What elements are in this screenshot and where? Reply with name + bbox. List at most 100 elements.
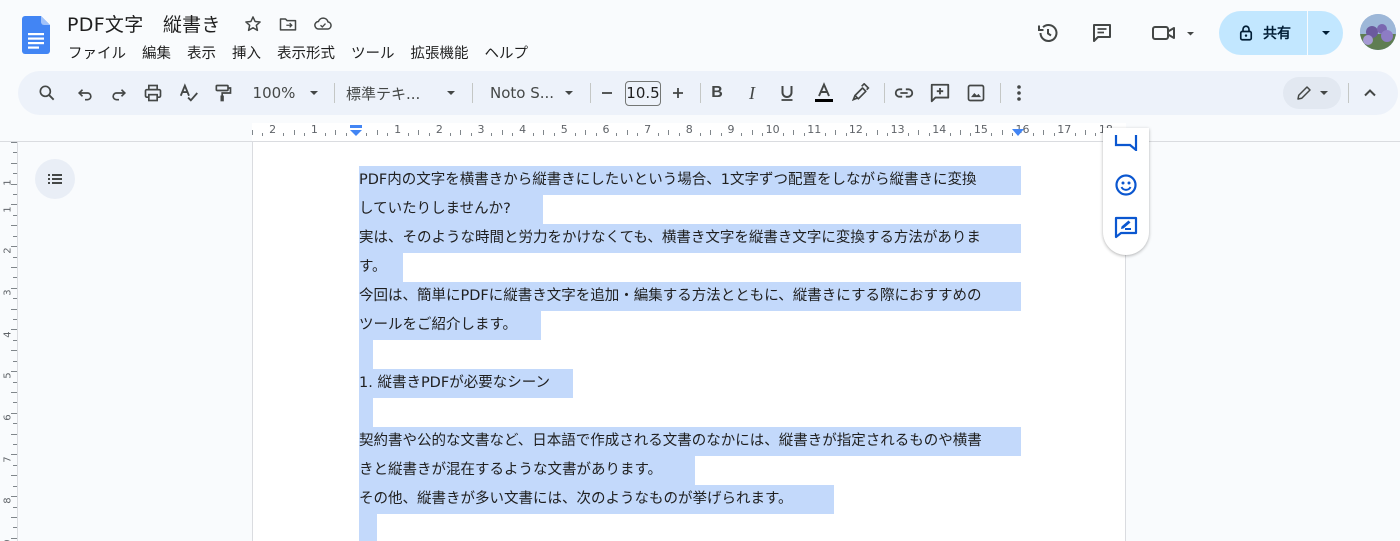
editing-mode-button[interactable] — [1283, 77, 1341, 109]
outline-list-icon — [48, 174, 62, 184]
font-family-select[interactable]: Noto S... — [484, 77, 580, 109]
ruler-tick — [335, 130, 337, 135]
vertical-ruler-number: 8 — [2, 497, 14, 504]
move-folder-icon[interactable] — [276, 12, 300, 36]
ruler-tick — [710, 130, 712, 135]
share-dropdown-button[interactable] — [1308, 11, 1343, 55]
menu-insert[interactable]: 挿入 — [224, 40, 269, 65]
search-menus-icon[interactable] — [32, 77, 62, 109]
vertical-ruler[interactable]: 1123456789 — [0, 142, 18, 541]
ruler-tick — [824, 133, 826, 136]
paint-format-icon[interactable] — [208, 77, 238, 109]
document-title[interactable]: PDF文字 縦書き — [67, 10, 221, 37]
highlight-color-icon[interactable] — [846, 77, 874, 109]
body-line[interactable]: 実は、そのような時間と労力をかけなくても、横書き文字を縦書き文字に変換する方法が… — [359, 224, 1021, 253]
add-comment-icon[interactable] — [926, 77, 954, 109]
google-docs-window: PDF文字 縦書き ファイル 編集 表示 挿入 表示形式 ツール 拡張機能 ヘル… — [0, 0, 1400, 541]
body-line[interactable] — [359, 514, 377, 541]
vertical-ruler-tick — [11, 308, 17, 310]
ruler-tick — [876, 130, 878, 135]
meet-video-icon[interactable] — [1146, 15, 1198, 51]
dropdown-arrow-icon — [1320, 91, 1328, 95]
body-line[interactable]: していたりしませんか? — [359, 195, 543, 224]
zoom-select[interactable]: 100% — [246, 77, 326, 109]
menu-help[interactable]: ヘルプ — [477, 40, 537, 65]
vertical-ruler-tick — [11, 329, 17, 331]
vertical-ruler-tick — [13, 214, 17, 216]
ruler-tick — [595, 133, 597, 136]
share-button[interactable]: 共有 — [1219, 11, 1307, 55]
lock-icon — [1237, 24, 1255, 42]
comments-icon[interactable] — [1084, 15, 1120, 51]
insert-image-icon[interactable] — [962, 77, 990, 109]
ruler-number: 5 — [560, 123, 568, 136]
body-line[interactable]: その他、縦書きが多い文書には、次のようなものが挙げられます。 — [359, 485, 834, 514]
ruler-tick — [543, 130, 545, 135]
body-line[interactable]: PDF内の文字を横書きから縦書きにしたいという場合、1文字ずつ配置をしながら縦書… — [359, 166, 1021, 195]
left-indent-marker-icon[interactable] — [349, 125, 363, 137]
ruler-tick — [793, 130, 795, 135]
insert-link-icon[interactable] — [890, 77, 918, 109]
heading-line[interactable]: 1. 縦書きPDFが必要なシーン — [359, 369, 573, 398]
bold-icon[interactable]: B — [704, 77, 730, 109]
menu-view[interactable]: 表示 — [179, 40, 224, 65]
ruler-tick — [918, 130, 920, 135]
body-line[interactable]: ツールをご紹介します。 — [359, 311, 541, 340]
document-page[interactable]: PDF内の文字を横書きから縦書きにしたいという場合、1文字ずつ配置をしながら縦書… — [252, 142, 1126, 541]
vertical-ruler-tick — [11, 183, 17, 185]
body-line[interactable]: きと縦書きが混在するような文書があります。 — [359, 456, 695, 485]
menu-format[interactable]: 表示形式 — [269, 40, 343, 65]
body-line[interactable]: 契約書や公的な文書など、日本語で作成される文書のなかには、縦書きが指定されるもの… — [359, 427, 1021, 456]
more-options-icon[interactable] — [1008, 77, 1030, 109]
ruler-tick — [470, 133, 472, 136]
vertical-ruler-tick — [11, 412, 17, 414]
horizontal-ruler[interactable]: 21123456789101112131415161718 — [0, 115, 1400, 142]
docs-logo-icon[interactable] — [22, 16, 50, 54]
body-line[interactable] — [359, 398, 373, 427]
italic-icon[interactable]: I — [739, 77, 765, 109]
body-line[interactable]: す。 — [359, 253, 403, 282]
ruler-tick — [1001, 130, 1003, 135]
formatting-toolbar: 100% 標準テキ... Noto S... 10.5 B I — [18, 71, 1398, 115]
underline-icon[interactable] — [774, 77, 800, 109]
ruler-tick — [928, 133, 930, 136]
menu-file[interactable]: ファイル — [60, 40, 134, 65]
decrease-font-size-icon[interactable] — [596, 77, 618, 109]
vertical-ruler-tick — [13, 319, 17, 321]
body-line[interactable] — [359, 340, 373, 369]
menu-tools[interactable]: ツール — [343, 40, 403, 65]
cloud-saved-icon[interactable] — [311, 12, 335, 36]
text-color-icon[interactable] — [810, 77, 838, 109]
spellcheck-icon[interactable] — [174, 77, 204, 109]
emoji-reaction-icon[interactable] — [1111, 170, 1141, 200]
vertical-ruler-tick — [11, 537, 17, 539]
add-comment-side-icon[interactable] — [1111, 128, 1141, 158]
menu-edit[interactable]: 編集 — [134, 40, 179, 65]
paragraph-style-select[interactable]: 標準テキ... — [340, 77, 462, 109]
dropdown-arrow-icon — [447, 91, 455, 95]
ruler-number: 11 — [807, 123, 822, 136]
collapse-menus-icon[interactable] — [1358, 77, 1382, 109]
redo-icon[interactable] — [104, 77, 134, 109]
font-size-input[interactable]: 10.5 — [625, 81, 661, 106]
ruler-tick — [678, 133, 680, 136]
vertical-ruler-tick — [13, 235, 17, 237]
ruler-tick — [1043, 130, 1045, 135]
undo-icon[interactable] — [70, 77, 100, 109]
document-outline-button[interactable] — [35, 159, 75, 199]
vertical-ruler-tick — [11, 350, 17, 352]
body-line[interactable]: 今回は、簡単にPDFに縦書き文字を追加・編集する方法とともに、縦書きにする際にお… — [359, 282, 1021, 311]
vertical-ruler-number: 1 — [2, 205, 14, 213]
menu-extensions[interactable]: 拡張機能 — [403, 40, 477, 65]
star-icon[interactable] — [241, 12, 265, 36]
ruler-tick — [658, 133, 660, 136]
version-history-icon[interactable] — [1030, 15, 1066, 51]
account-avatar[interactable] — [1360, 14, 1396, 50]
ruler-tick — [376, 130, 378, 135]
increase-font-size-icon[interactable] — [667, 77, 689, 109]
right-indent-marker-icon[interactable] — [1012, 129, 1024, 137]
print-icon[interactable] — [138, 77, 168, 109]
share-button-group: 共有 — [1219, 11, 1343, 55]
suggest-edits-icon[interactable] — [1111, 212, 1141, 242]
ruler-number: 12 — [848, 123, 863, 136]
